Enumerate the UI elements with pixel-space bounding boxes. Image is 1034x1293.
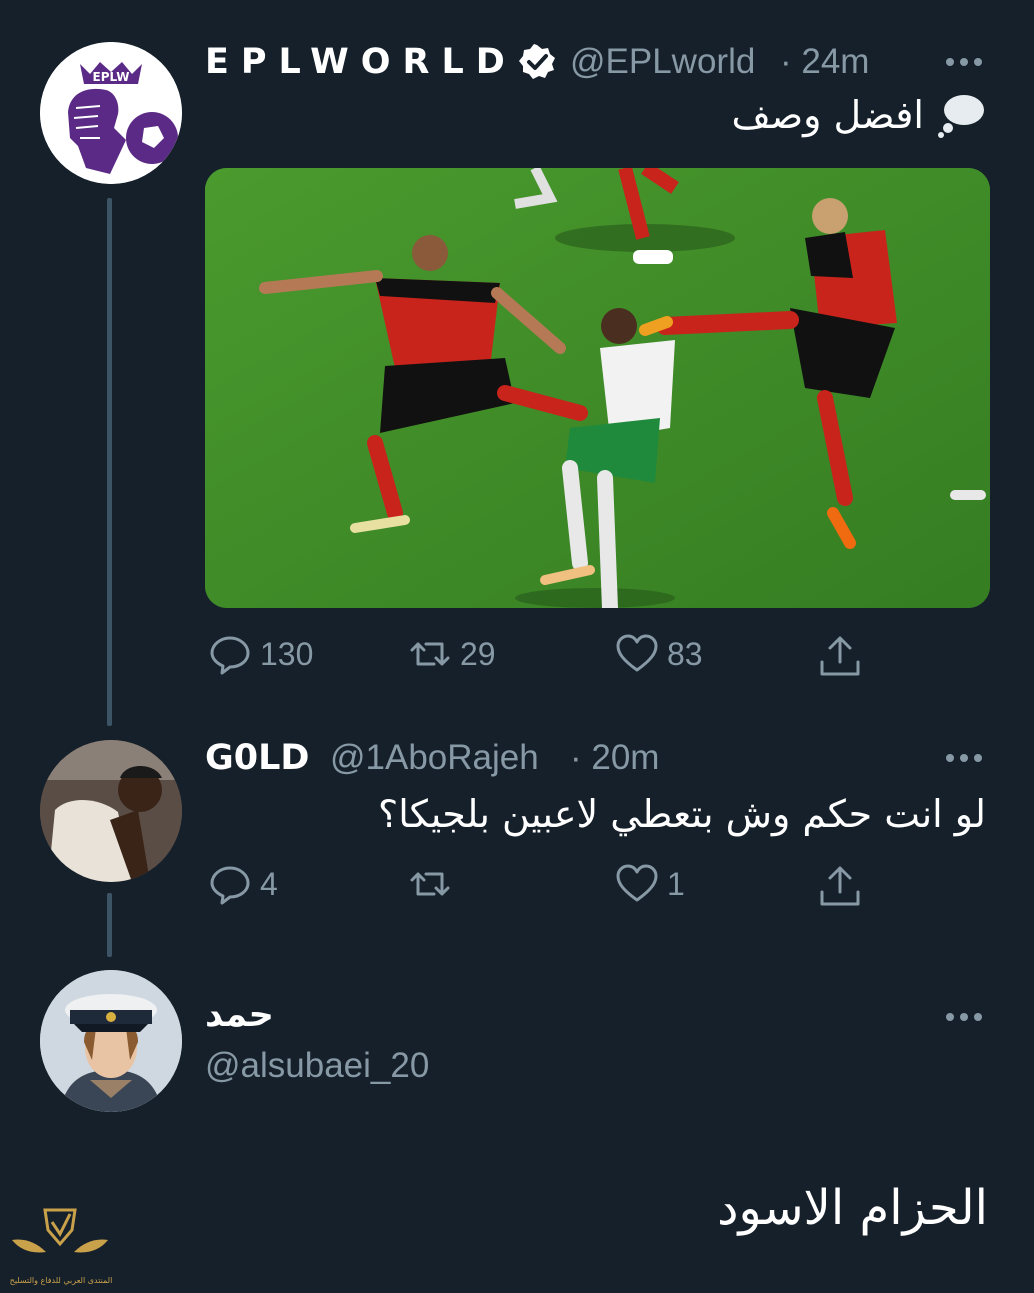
heart-icon [616, 864, 658, 902]
heart-icon [616, 634, 658, 672]
watermark: المنتدى العربي للدفاع والتسليح [0, 1200, 120, 1290]
premier-league-lion-icon: EPLW [40, 42, 182, 184]
retweet-count: 29 [460, 635, 496, 672]
share-icon [820, 866, 860, 906]
verified-badge-icon [519, 44, 555, 79]
share-icon [820, 636, 860, 676]
handle[interactable]: @alsubaei_20 [205, 1046, 429, 1086]
retweet-icon [410, 872, 450, 896]
hamad-avatar[interactable] [40, 970, 182, 1112]
tweet-text: لو انت حكم وش بتعطي لاعبين بلجيكا؟ [378, 792, 986, 836]
retweet-button[interactable]: 29 [408, 632, 496, 676]
more-options-icon[interactable] [946, 55, 986, 69]
eplworld-avatar[interactable]: EPLW [40, 42, 182, 184]
retweet-icon [410, 642, 450, 666]
shield-wings-logo [12, 1208, 108, 1253]
football-match-photo [205, 168, 990, 608]
tweet-media-image[interactable] [205, 168, 990, 608]
gold-avatar[interactable] [40, 740, 182, 882]
watermark-text: المنتدى العربي للدفاع والتسليح [9, 1276, 113, 1285]
reply-icon [210, 636, 250, 675]
reply-icon [210, 866, 250, 905]
thought-bubble-icon [938, 95, 984, 138]
reply-button[interactable]: 130 [208, 632, 313, 676]
share-button[interactable] [818, 864, 862, 908]
share-button[interactable] [818, 634, 862, 678]
tweet-text: افضل وصف [731, 93, 925, 137]
svg-text:EPLW: EPLW [93, 70, 130, 84]
more-options-icon[interactable] [946, 1010, 986, 1024]
display-name[interactable]: EPLWORLD [205, 42, 517, 82]
like-button[interactable]: 1 [615, 862, 685, 906]
retweet-button[interactable] [408, 862, 452, 906]
timestamp[interactable]: · 20m [570, 738, 659, 778]
like-button[interactable]: 83 [615, 632, 703, 676]
reply-count: 4 [260, 865, 278, 902]
display-name[interactable]: G0LD [205, 738, 309, 778]
timestamp[interactable]: · 24m [780, 42, 869, 82]
officer-avatar [40, 970, 182, 1112]
like-count: 83 [667, 635, 703, 672]
thread-line [107, 893, 112, 957]
handle[interactable]: @EPLworld [570, 42, 755, 82]
tweet-text: الحزام الاسود [717, 1180, 988, 1236]
reply-button[interactable]: 4 [208, 862, 278, 906]
reply-count: 130 [260, 635, 314, 672]
handle[interactable]: @1AboRajeh [330, 738, 539, 778]
thread-line [107, 198, 112, 726]
like-count: 1 [667, 865, 685, 902]
display-name[interactable]: حمد [205, 995, 274, 1035]
more-options-icon[interactable] [946, 751, 986, 765]
tweet-text-row: افضل وصف [732, 92, 987, 138]
player-avatar [40, 740, 182, 882]
